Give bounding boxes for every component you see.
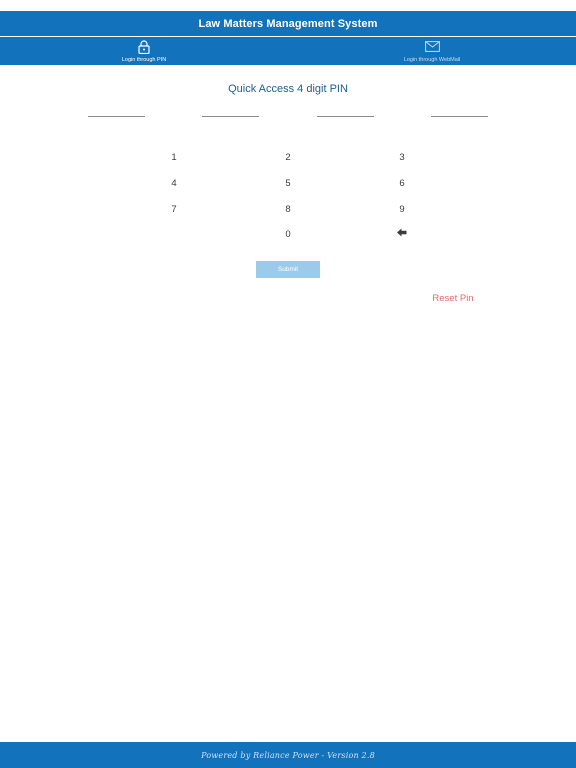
reset-pin-link[interactable]: Reset Pin (420, 293, 486, 304)
submit-button[interactable]: Submit (256, 261, 320, 278)
app-header: Law Matters Management System (0, 11, 576, 36)
pin-slot-1 (88, 116, 145, 117)
keypad-key-4[interactable]: 4 (154, 174, 194, 192)
keypad-key-1[interactable]: 1 (154, 148, 194, 166)
keypad-key-5[interactable]: 5 (268, 174, 308, 192)
keypad-key-8[interactable]: 8 (268, 200, 308, 218)
keypad-key-2[interactable]: 2 (268, 148, 308, 166)
pin-slot-4 (431, 116, 488, 117)
keypad-key-6[interactable]: 6 (382, 174, 422, 192)
tab-login-pin-label: Login through PIN (121, 57, 167, 63)
keypad-key-3[interactable]: 3 (382, 148, 422, 166)
keypad-key-0[interactable]: 0 (268, 225, 308, 243)
footer-text: Powered by Reliance Power - Version 2.8 (201, 750, 375, 760)
pin-slot-2 (202, 116, 259, 117)
keypad-key-9[interactable]: 9 (382, 200, 422, 218)
status-bar-area (0, 0, 576, 11)
mail-icon (424, 39, 440, 54)
tab-login-pin[interactable]: Login through PIN (0, 37, 288, 65)
backspace-arrow-icon (397, 228, 407, 240)
tab-login-webmail-label: Login through WebMail (403, 57, 461, 63)
footer: Powered by Reliance Power - Version 2.8 (0, 742, 576, 768)
lock-icon (138, 39, 150, 54)
pin-slot-3 (317, 116, 374, 117)
pin-title: Quick Access 4 digit PIN (228, 83, 348, 95)
tab-login-webmail[interactable]: Login through WebMail (288, 37, 576, 65)
keypad-key-7[interactable]: 7 (154, 200, 194, 218)
keypad-backspace-button[interactable] (382, 225, 422, 243)
login-tabbar: Login through PIN Login through WebMail (0, 37, 576, 65)
app-title: Law Matters Management System (198, 17, 378, 30)
